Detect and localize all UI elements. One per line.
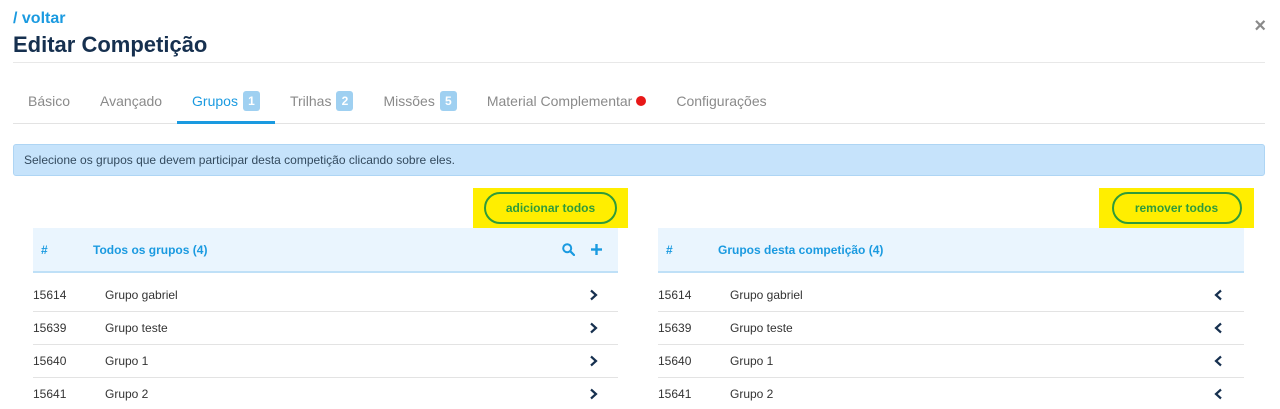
competition-groups-header: # Grupos desta competição (4) [658, 228, 1244, 273]
group-id: 15641 [658, 387, 692, 401]
tab-label: Avançado [100, 92, 163, 109]
group-row[interactable]: 15641 Grupo 2 [658, 378, 1244, 409]
chevron-right-icon[interactable] [586, 386, 600, 402]
close-button[interactable]: × [1254, 16, 1266, 36]
group-row[interactable]: 15639 Grupo teste [658, 312, 1244, 345]
chevron-left-icon[interactable] [1211, 386, 1225, 402]
tab-missoes[interactable]: Missões 5 [368, 78, 471, 123]
chevron-right-icon[interactable] [586, 353, 600, 369]
group-row[interactable]: 15614 Grupo gabriel [33, 279, 618, 312]
group-name: Grupo gabriel [105, 288, 178, 302]
group-id: 15614 [33, 288, 67, 302]
group-name: Grupo teste [105, 321, 168, 335]
header-divider [13, 62, 1265, 63]
group-row[interactable]: 15640 Grupo 1 [33, 345, 618, 378]
competition-groups-panel: # Grupos desta competição (4) 15614 Grup… [658, 228, 1244, 409]
chevron-left-icon[interactable] [1211, 353, 1225, 369]
chevron-right-icon[interactable] [586, 320, 600, 336]
tab-grupos[interactable]: Grupos 1 [177, 78, 275, 124]
tab-configuracoes[interactable]: Configurações [661, 78, 781, 123]
info-alert: Selecione os grupos que devem participar… [13, 144, 1265, 176]
tab-label: Configurações [676, 92, 767, 109]
tab-label: Missões [383, 92, 435, 109]
group-name: Grupo gabriel [730, 288, 803, 302]
all-groups-panel: # Todos os grupos (4) 15614 Grupo gabrie… [33, 228, 618, 409]
add-all-button[interactable]: adicionar todos [484, 192, 617, 224]
count-badge: 5 [439, 90, 457, 111]
group-id: 15641 [33, 387, 67, 401]
group-name: Grupo 2 [730, 387, 774, 401]
remove-all-button[interactable]: remover todos [1111, 192, 1242, 224]
tab-label: Básico [28, 92, 71, 109]
remove-all-highlight: remover todos [1099, 188, 1254, 228]
tab-avancado[interactable]: Avançado [85, 78, 177, 123]
back-link[interactable]: / voltar [13, 10, 65, 28]
add-all-highlight: adicionar todos [473, 188, 628, 228]
group-name: Grupo 1 [730, 354, 774, 368]
group-id: 15614 [658, 288, 692, 302]
all-groups-title: Todos os grupos (4) [93, 242, 208, 257]
competition-groups-title: Grupos desta competição (4) [718, 242, 884, 257]
tab-label: Trilhas [289, 92, 332, 109]
group-id: 15640 [658, 354, 692, 368]
plus-icon[interactable] [588, 241, 604, 257]
group-id: 15639 [33, 321, 67, 335]
id-column-header: # [666, 242, 673, 257]
tab-label: Grupos [192, 92, 238, 109]
chevron-right-icon[interactable] [586, 287, 600, 303]
page-title: Editar Competição [13, 32, 208, 57]
group-name: Grupo 1 [105, 354, 149, 368]
info-message: Selecione os grupos que devem participar… [24, 153, 455, 167]
group-row[interactable]: 15614 Grupo gabriel [658, 279, 1244, 312]
alert-dot-icon [636, 95, 647, 106]
chevron-left-icon[interactable] [1211, 287, 1225, 303]
tab-material-complementar[interactable]: Material Complementar [472, 78, 662, 123]
group-name: Grupo teste [730, 321, 793, 335]
group-id: 15640 [33, 354, 67, 368]
all-groups-header: # Todos os grupos (4) [33, 228, 618, 273]
chevron-left-icon[interactable] [1211, 320, 1225, 336]
group-id: 15639 [658, 321, 692, 335]
tab-bar: Básico Avançado Grupos 1 Trilhas 2 Missõ… [13, 78, 1265, 124]
group-name: Grupo 2 [105, 387, 149, 401]
count-badge: 2 [336, 90, 354, 111]
group-row[interactable]: 15641 Grupo 2 [33, 378, 618, 409]
group-row[interactable]: 15639 Grupo teste [33, 312, 618, 345]
group-row[interactable]: 15640 Grupo 1 [658, 345, 1244, 378]
tab-trilhas[interactable]: Trilhas 2 [275, 78, 369, 123]
count-badge: 1 [242, 90, 260, 111]
search-icon[interactable] [560, 241, 576, 257]
tab-label: Material Complementar [486, 92, 633, 109]
id-column-header: # [41, 242, 48, 257]
tab-basico[interactable]: Básico [13, 78, 85, 123]
